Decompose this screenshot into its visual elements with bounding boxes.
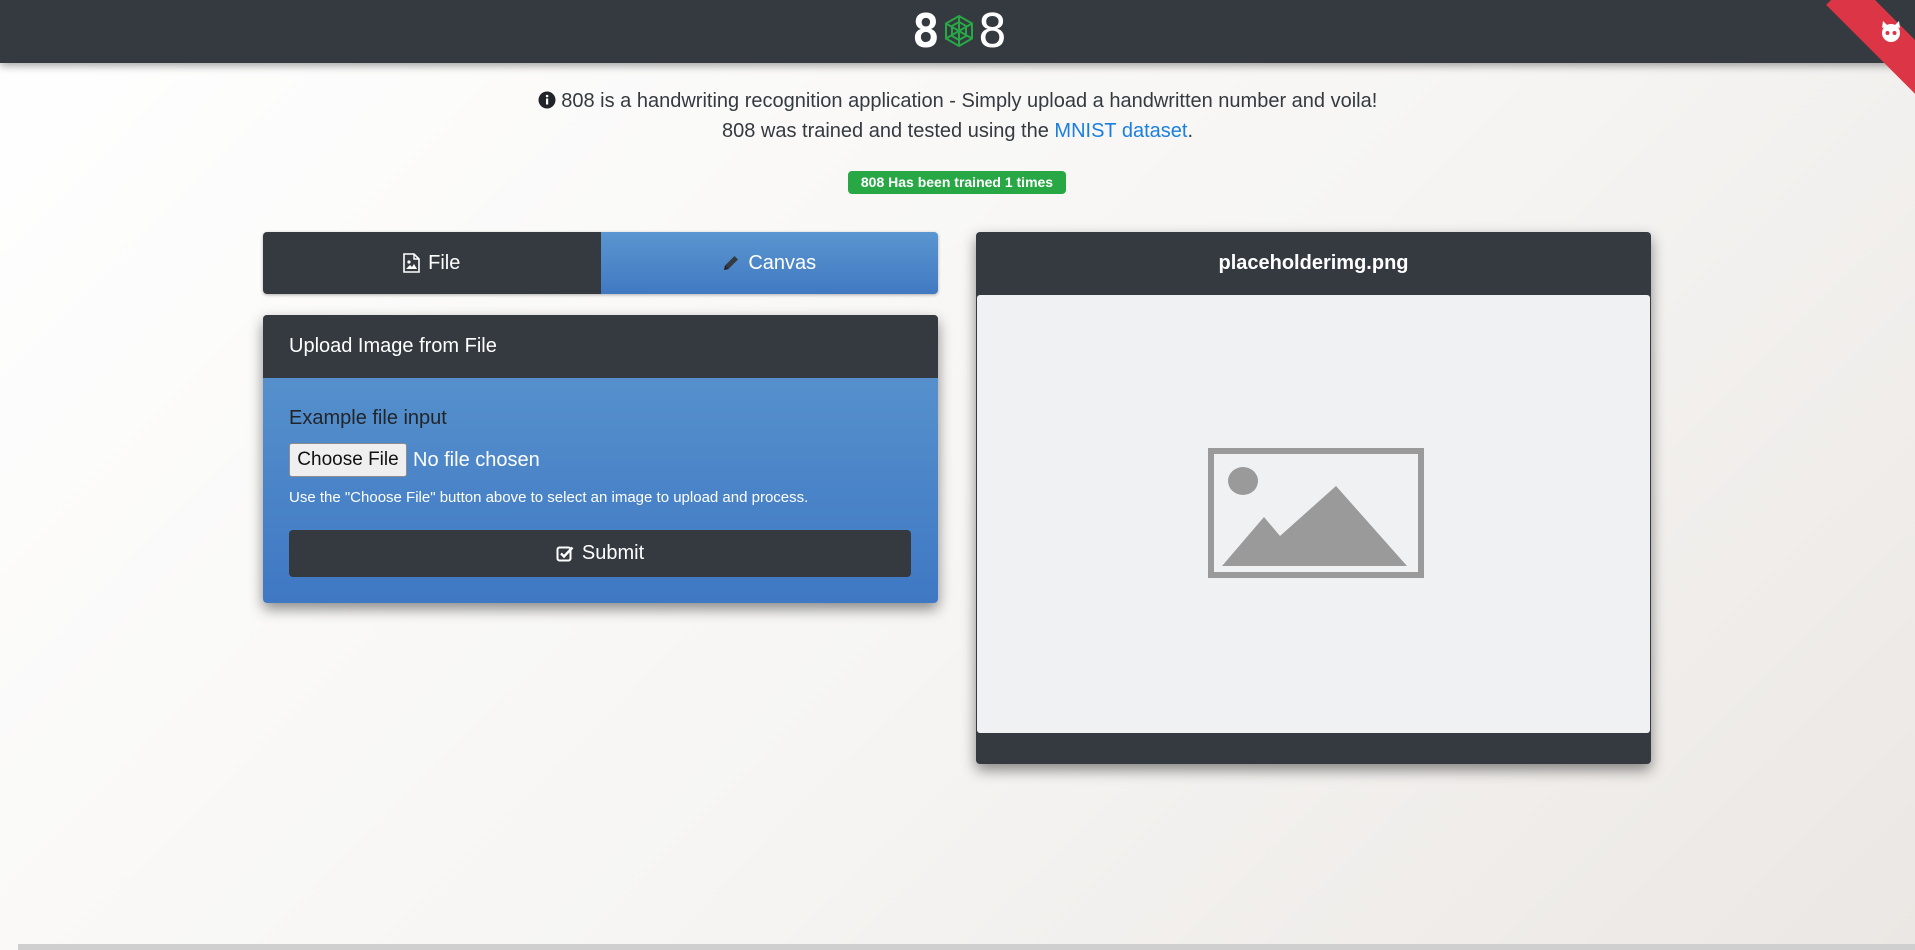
logo-digit-left: 8	[912, 4, 940, 58]
image-preview	[977, 295, 1650, 733]
submit-label: Submit	[581, 542, 645, 564]
octocat-icon	[1882, 21, 1900, 42]
preview-card: placeholderimg.png	[976, 232, 1651, 764]
intro-description: 808 is a handwriting recognition applica…	[561, 90, 1378, 112]
tab-canvas[interactable]: Canvas	[600, 232, 938, 294]
upload-card: Upload Image from File Example file inpu…	[263, 315, 938, 603]
file-status: No file chosen	[413, 448, 540, 471]
placeholder-image-icon	[1208, 448, 1424, 578]
app-logo[interactable]: 8 8	[912, 8, 1007, 54]
intro-text: 808 is a handwriting recognition applica…	[0, 86, 1915, 146]
file-image-icon	[403, 253, 420, 273]
tab-canvas-label: Canvas	[748, 251, 817, 274]
pencil-icon	[724, 256, 739, 270]
intro-period: .	[1187, 120, 1194, 142]
file-help-text: Use the "Choose File" button above to se…	[289, 489, 809, 506]
intro-line-2: 808 was trained and tested using the MNI…	[0, 116, 1915, 146]
top-navbar: 8 8	[0, 0, 1915, 110]
tab-file-label: File	[428, 251, 461, 274]
neural-network-icon	[944, 14, 973, 48]
choose-file-button[interactable]: Choose File	[289, 443, 407, 477]
preview-card-title: placeholderimg.png	[1218, 252, 1409, 274]
file-input: Choose File No file chosen	[289, 443, 540, 477]
mnist-dataset-link[interactable]: MNIST dataset	[1054, 120, 1187, 142]
file-input-label: Example file input	[289, 407, 447, 429]
info-icon	[538, 91, 556, 109]
submit-button[interactable]: Submit	[289, 530, 911, 577]
upload-card-title: Upload Image from File	[263, 315, 938, 378]
horizontal-scrollbar[interactable]	[18, 944, 1915, 950]
training-count-badge: 808 Has been trained 1 times	[848, 171, 1066, 194]
logo-digit-right: 8	[977, 4, 1007, 58]
intro-trained-text: 808 was trained and tested using the	[721, 120, 1055, 142]
intro-line-1: 808 is a handwriting recognition applica…	[0, 86, 1915, 116]
tab-file[interactable]: File	[263, 232, 601, 294]
input-mode-tabs: File Canvas	[263, 232, 938, 294]
check-square-icon	[556, 546, 574, 561]
